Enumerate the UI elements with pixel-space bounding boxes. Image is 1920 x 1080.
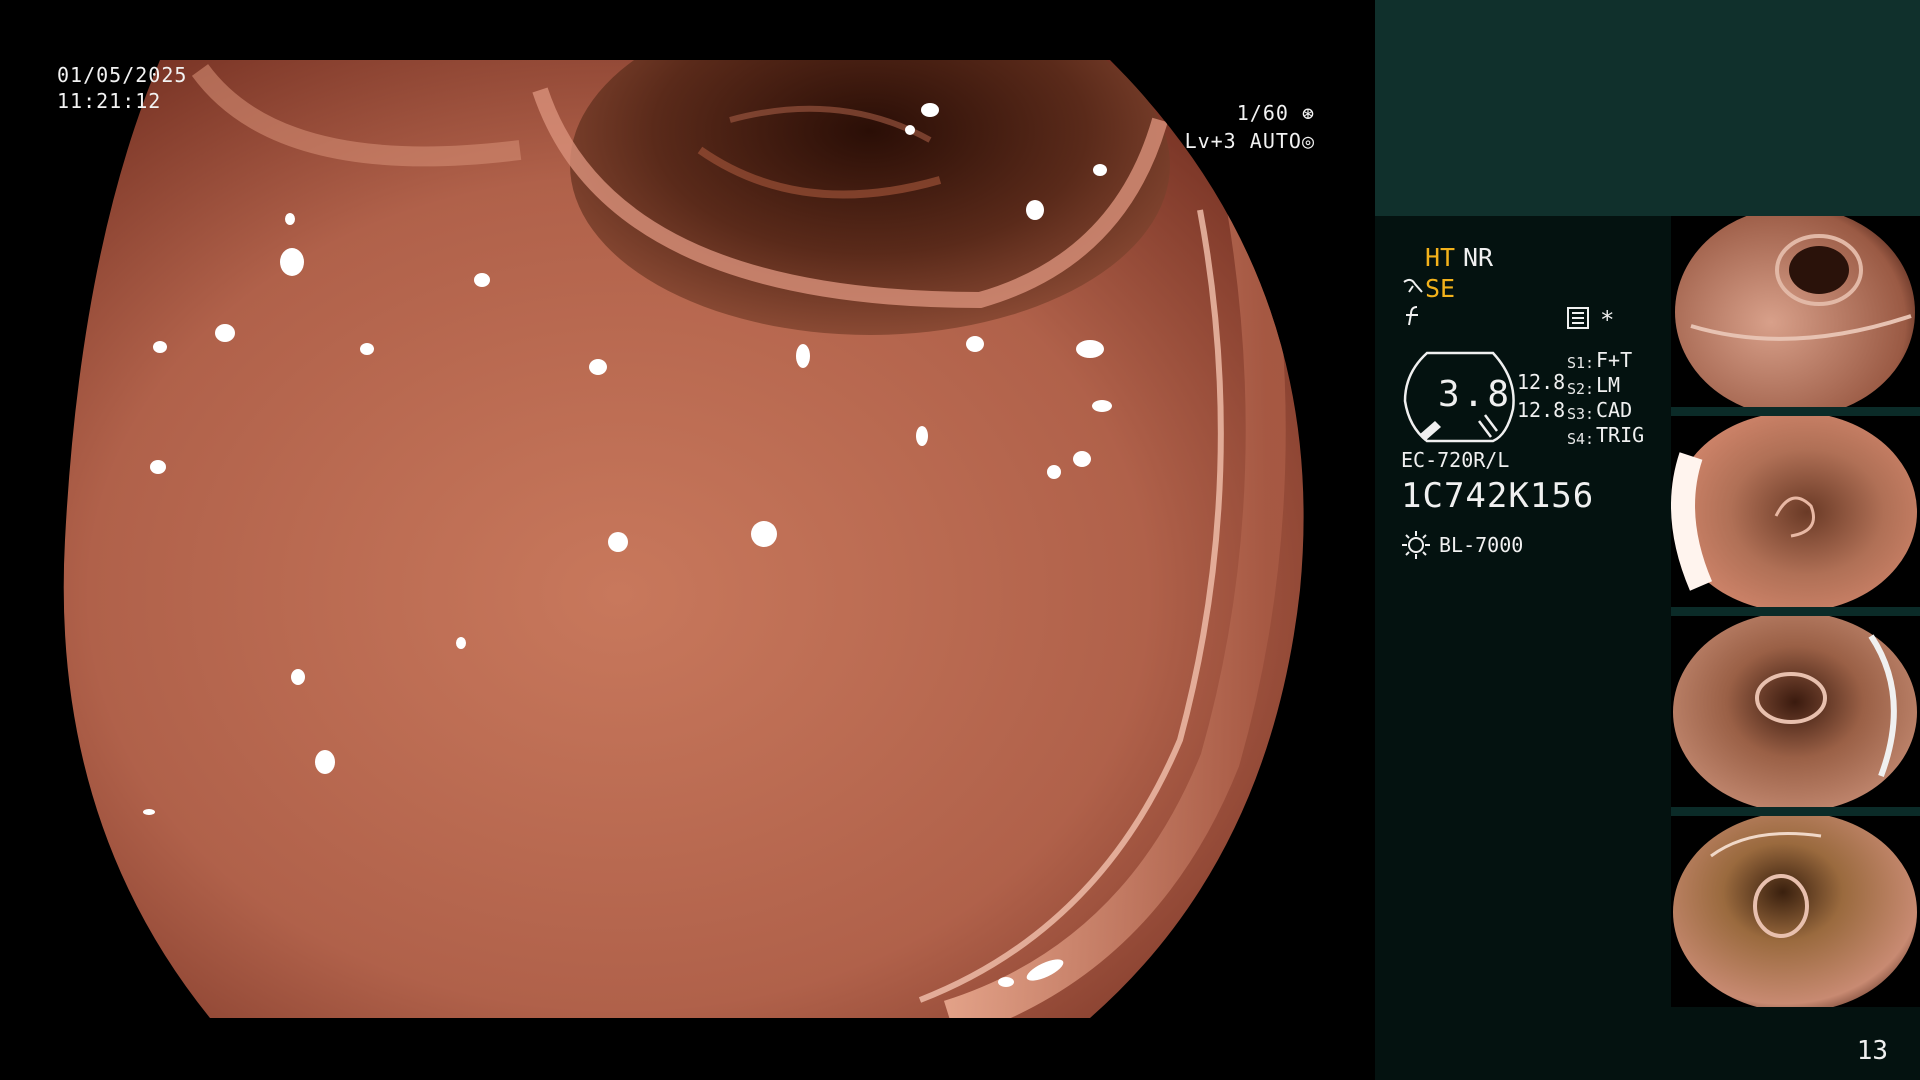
switch-3-label: S3: [1567, 405, 1595, 423]
capture-thumbnail-3[interactable] [1671, 616, 1920, 807]
switch-3-value: CAD [1596, 398, 1633, 422]
exposure-overlay: 1/60 ⊛ Lv+3 AUTO◎ [1185, 99, 1315, 155]
switch-1-value: F+T [1596, 348, 1633, 372]
thumbnail-image-4 [1673, 816, 1917, 1007]
light-source-model: BL-7000 [1439, 533, 1524, 557]
mode-ht-label: HT [1425, 243, 1456, 272]
star-indicator: * [1600, 306, 1615, 334]
settings-grid-icon [1567, 307, 1589, 329]
gauge-value: 3.8 [1437, 374, 1513, 415]
gauge-top-value: 12.8 [1517, 370, 1566, 394]
date-text: 01/05/2025 [57, 63, 188, 87]
switch-2-label: S2: [1567, 380, 1595, 398]
exposure-row: Lv+3 AUTO◎ [1185, 127, 1315, 155]
thumbnail-image-2 [1671, 416, 1917, 607]
iris-icon: ◎ [1301, 129, 1315, 153]
thumbnail-image-3 [1673, 616, 1917, 807]
endoscope-viewport: 01/05/2025 11:21:12 1/60 ⊛ Lv+3 AUTO◎ [0, 0, 1375, 1080]
shutter-speed: 1/60 [1236, 101, 1289, 125]
shutter-row: 1/60 ⊛ [1185, 99, 1315, 127]
light-source-icon [1402, 531, 1430, 559]
gauge-bottom-value: 12.8 [1517, 398, 1566, 422]
scope-model: EC-720R/L [1401, 448, 1510, 472]
thumbnail-image-1 [1675, 216, 1915, 407]
panel-header-area [1375, 0, 1920, 216]
capture-thumbnail-4[interactable] [1671, 816, 1920, 1007]
capture-thumbnail-2[interactable] [1671, 416, 1920, 607]
frequency-icon [1406, 306, 1418, 326]
structure-enhance-icon [1403, 278, 1423, 293]
endoscopic-image [63, 60, 1304, 1018]
datetime-overlay: 01/05/2025 11:21:12 [57, 62, 187, 114]
exposure-mode: AUTO [1249, 129, 1302, 153]
page-number: 13 [1856, 1036, 1888, 1066]
switch-2-value: LM [1596, 373, 1621, 397]
mode-nr-label: NR [1463, 243, 1494, 272]
mode-se-label: SE [1425, 274, 1456, 303]
switch-4-value: TRIG [1596, 423, 1645, 447]
time-text: 11:21:12 [57, 89, 162, 113]
switch-4-label: S4: [1567, 430, 1595, 448]
aperture-icon: ⊛ [1301, 101, 1315, 125]
scope-serial: 1C742K156 [1401, 476, 1595, 516]
capture-thumbnail-1[interactable] [1671, 216, 1920, 407]
switch-1-label: S1: [1567, 354, 1595, 372]
brightness-level: Lv+3 [1184, 129, 1237, 153]
